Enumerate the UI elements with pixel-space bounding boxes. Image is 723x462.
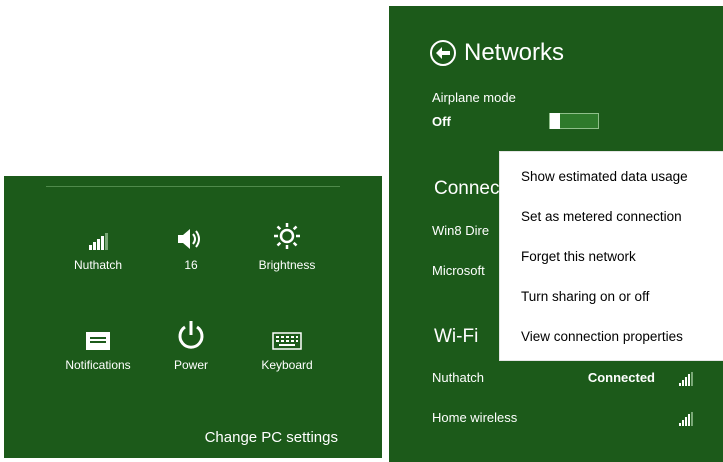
menu-item-set-metered[interactable]: Set as metered connection	[521, 209, 682, 224]
wifi-network-row[interactable]: Home wireless	[432, 410, 693, 430]
wifi-heading: Wi-Fi	[434, 326, 479, 347]
wifi-network-name: Nuthatch	[432, 370, 485, 385]
change-pc-settings-link[interactable]: Change PC settings	[205, 429, 338, 446]
power-tile-label: Power	[173, 358, 208, 372]
wifi-signal-icon	[679, 412, 693, 426]
menu-item-properties[interactable]: View connection properties	[521, 329, 683, 344]
keyboard-tile-label: Keyboard	[261, 358, 313, 372]
connections-heading: Connec	[434, 178, 500, 199]
volume-tile[interactable]: 16	[146, 216, 236, 272]
power-icon	[178, 321, 204, 349]
wifi-network-row[interactable]: Nuthatch Connected	[432, 370, 693, 390]
brightness-tile[interactable]: Brightness	[242, 216, 332, 272]
airplane-mode-toggle[interactable]	[549, 113, 599, 129]
menu-item-sharing[interactable]: Turn sharing on or off	[521, 289, 649, 304]
settings-charm-panel: Nuthatch 16 Brightness Notifications Pow…	[4, 176, 382, 458]
page-title: Networks	[464, 39, 565, 66]
notifications-tile-label: Notifications	[65, 358, 131, 372]
menu-item-show-data-usage[interactable]: Show estimated data usage	[521, 169, 688, 184]
notifications-icon	[86, 332, 110, 350]
airplane-mode-state: Off	[432, 114, 451, 129]
wifi-network-status: Connected	[587, 370, 655, 385]
wifi-network-name: Home wireless	[432, 410, 518, 425]
volume-tile-label: 16	[184, 258, 198, 272]
menu-item-forget-network[interactable]: Forget this network	[521, 249, 636, 264]
connection-name: Microsoft	[432, 263, 485, 278]
network-context-menu: Show estimated data usage Set as metered…	[500, 152, 723, 360]
connection-name: Win8 Dire	[432, 223, 490, 238]
networks-header: Networks	[430, 39, 564, 67]
wifi-signal-icon	[679, 372, 693, 386]
brightness-icon	[274, 223, 300, 249]
back-arrow-icon	[436, 47, 450, 59]
wifi-signal-icon	[88, 233, 108, 250]
keyboard-tile[interactable]: Keyboard	[242, 316, 332, 372]
power-tile[interactable]: Power	[146, 316, 236, 372]
network-tile-label: Nuthatch	[73, 258, 123, 272]
toggle-knob	[550, 113, 560, 129]
divider	[46, 186, 340, 187]
notifications-tile[interactable]: Notifications	[53, 316, 143, 372]
keyboard-icon	[272, 332, 302, 350]
brightness-tile-label: Brightness	[258, 258, 316, 272]
network-tile[interactable]: Nuthatch	[53, 216, 143, 272]
volume-icon	[178, 229, 200, 249]
airplane-mode-label: Airplane mode	[432, 90, 516, 105]
back-button[interactable]	[430, 40, 456, 66]
